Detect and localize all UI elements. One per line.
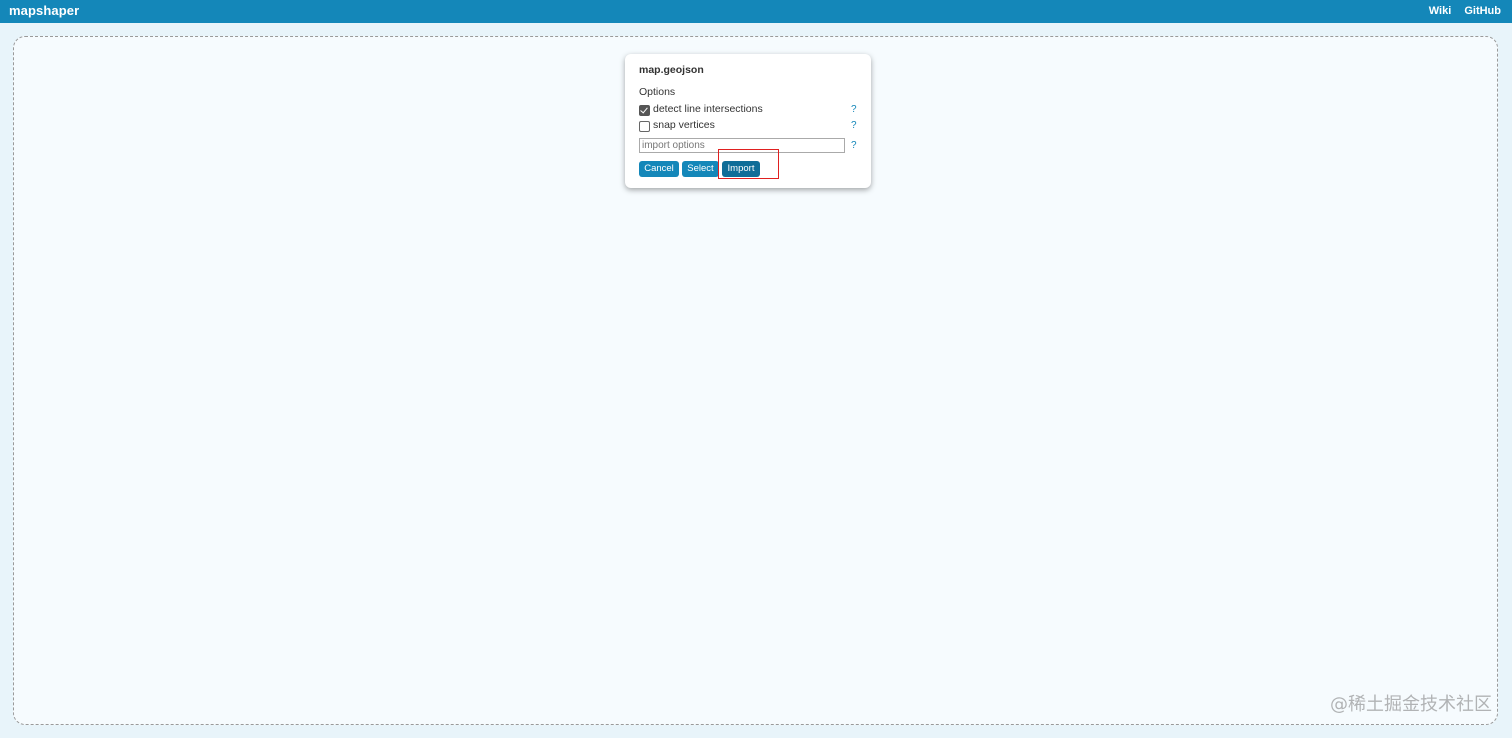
options-heading: Options (639, 86, 676, 98)
option-label: detect line intersections (653, 103, 763, 115)
file-name: map.geojson (639, 64, 704, 76)
help-icon[interactable]: ? (851, 140, 857, 151)
top-bar: mapshaper Wiki GitHub (0, 0, 1512, 23)
app-logo[interactable]: mapshaper (9, 3, 79, 18)
select-button[interactable]: Select (682, 161, 719, 177)
help-icon[interactable]: ? (851, 104, 857, 115)
checkbox-checked[interactable] (639, 105, 650, 116)
top-nav: Wiki GitHub (1419, 5, 1501, 17)
cancel-button[interactable]: Cancel (639, 161, 679, 177)
highlight-box (718, 149, 779, 179)
github-link[interactable]: GitHub (1464, 5, 1501, 17)
option-snap-vertices[interactable]: snap vertices (639, 119, 859, 133)
option-label: snap vertices (653, 119, 715, 131)
wiki-link[interactable]: Wiki (1429, 5, 1452, 17)
checkbox-unchecked[interactable] (639, 121, 650, 132)
help-icon[interactable]: ? (851, 120, 857, 131)
watermark: @稀土掘金技术社区 (1330, 694, 1492, 715)
option-detect-line-intersections[interactable]: detect line intersections (639, 103, 859, 117)
